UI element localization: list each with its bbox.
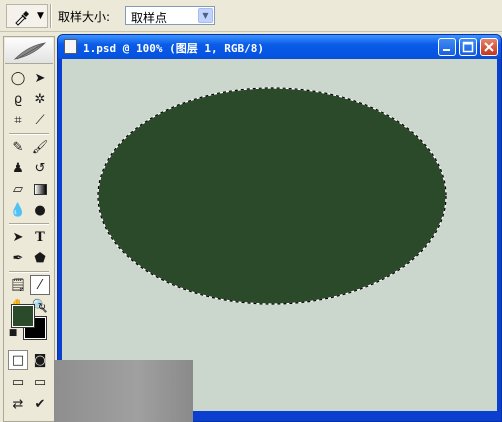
- swap-colors-icon[interactable]: ↻: [36, 301, 48, 313]
- notes-icon[interactable]: 🗒: [8, 275, 28, 295]
- toolbox-divider: [9, 271, 49, 273]
- minimize-icon: [443, 49, 450, 51]
- toolbox-divider: [9, 133, 49, 135]
- document-titlebar[interactable]: 1.psd @ 100% (图层 1, RGB/8): [58, 35, 501, 59]
- move-icon[interactable]: ➤: [30, 68, 50, 88]
- tool-preset-picker[interactable]: ▼: [6, 4, 48, 28]
- options-divider: [50, 4, 52, 28]
- imageready-icon[interactable]: ✔: [30, 394, 50, 414]
- crop-icon[interactable]: ⌗: [8, 110, 28, 130]
- eyedropper-icon: [15, 11, 29, 26]
- pen-icon[interactable]: ✒: [8, 248, 28, 268]
- feather-logo-icon: [13, 42, 47, 60]
- screen-mode-icon[interactable]: ▭: [8, 372, 28, 392]
- toolbox-header[interactable]: [5, 38, 53, 64]
- path-select-icon[interactable]: ➤: [8, 227, 28, 247]
- gradient-icon[interactable]: [30, 179, 50, 199]
- eyedropper-icon[interactable]: ⁄: [30, 275, 50, 295]
- history-brush-icon[interactable]: ↺: [30, 158, 50, 178]
- canvas-artwork: [97, 87, 447, 305]
- psd-file-icon: [64, 39, 77, 54]
- chevron-down-icon[interactable]: ▼: [198, 8, 213, 23]
- close-icon: [484, 42, 494, 52]
- magic-wand-icon[interactable]: ✲: [30, 89, 50, 109]
- toolbox: ◯ ➤ ϱ ✲ ⌗ ⟋ ✎ 🖌 ♟ ↺ ▱ 💧 ● ➤ T ✒ ⬟ 🗒 ⁄ ✋ …: [3, 36, 55, 422]
- slice-icon[interactable]: ⟋: [30, 110, 50, 130]
- clone-stamp-icon[interactable]: ♟: [8, 158, 28, 178]
- toolbox-divider: [9, 223, 49, 225]
- full-screen-icon[interactable]: ▭: [30, 372, 50, 392]
- sample-size-label: 取样大小:: [58, 10, 111, 24]
- type-icon[interactable]: T: [30, 227, 50, 247]
- green-ellipse: [98, 88, 446, 304]
- default-colors-icon[interactable]: ■: [8, 328, 18, 338]
- jump-to-imageready-icon[interactable]: ⇄: [8, 394, 28, 414]
- shape-icon[interactable]: ⬟: [30, 248, 50, 268]
- lasso-icon[interactable]: ϱ: [8, 89, 28, 109]
- dodge-icon[interactable]: ●: [30, 200, 50, 220]
- blur-icon[interactable]: 💧: [8, 200, 28, 220]
- maximize-icon: [462, 41, 474, 53]
- sample-size-select[interactable]: 取样点 ▼: [125, 6, 215, 25]
- foreground-color-swatch[interactable]: [11, 304, 35, 328]
- document-title: 1.psd @ 100% (图层 1, RGB/8): [83, 42, 264, 55]
- sample-size-value: 取样点: [131, 11, 168, 25]
- minimize-button[interactable]: [438, 38, 456, 56]
- healing-brush-icon[interactable]: ✎: [8, 137, 28, 157]
- document-canvas[interactable]: [62, 59, 497, 411]
- eraser-icon[interactable]: ▱: [8, 179, 28, 199]
- chevron-down-icon: ▼: [37, 11, 44, 21]
- options-bar: ▼ 取样大小: 取样点 ▼: [0, 0, 502, 32]
- maximize-button[interactable]: [459, 38, 477, 56]
- gray-overlay: [54, 360, 193, 422]
- brush-icon[interactable]: 🖌: [30, 137, 50, 157]
- quick-mask-icon[interactable]: ◙: [30, 350, 50, 370]
- marquee-icon[interactable]: ◯: [8, 68, 28, 88]
- standard-mode-icon[interactable]: □: [8, 350, 28, 370]
- close-button[interactable]: [480, 38, 498, 56]
